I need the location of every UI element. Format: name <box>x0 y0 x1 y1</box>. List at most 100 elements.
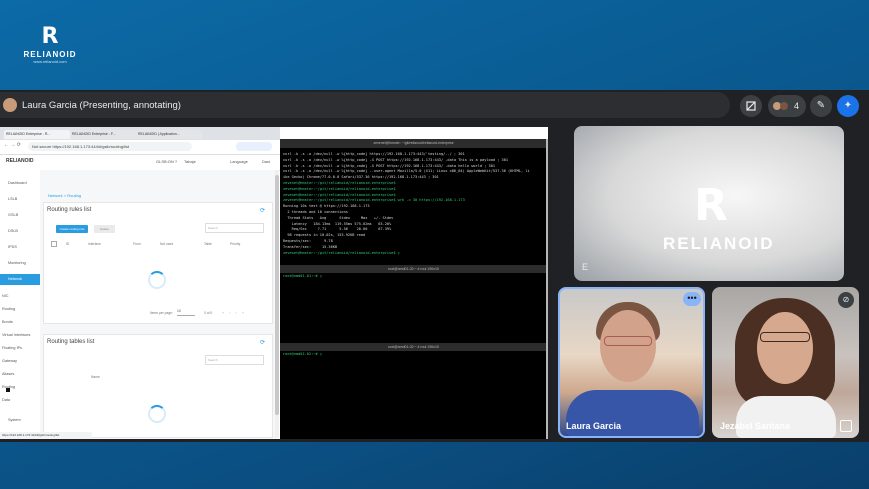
terminal-line: zevenet@hmster:~/git/relianoid/relianoid… <box>283 250 400 255</box>
sidebar-subitem-gateway[interactable]: Gateway <box>2 359 17 363</box>
breadcrumb[interactable]: Network > Routing <box>48 193 81 198</box>
sidebar-subitem-nic[interactable]: NIC <box>2 294 9 298</box>
sidebar-item-monitoring[interactable]: Monitoring <box>8 261 26 265</box>
terminal-2-title: root@nmd01-02:~ # rout 190x15 <box>280 265 547 273</box>
status-url: https://192.168.1.173:444/#/gslb/routing… <box>0 432 92 439</box>
participant-name: Laura Garcia <box>566 421 622 431</box>
sidebar-item-system[interactable]: System <box>8 418 21 422</box>
participant-name: E <box>582 262 589 272</box>
terminal-line: zevenet@hmster:~/git/relianoid/relianoid… <box>283 186 396 191</box>
browser-tab[interactable]: RELIANOID Enterprise - F... <box>70 130 136 139</box>
sidebar-item-dslb[interactable]: DSLB <box>8 229 18 233</box>
routing-tables-title: Routing tables list <box>47 339 95 345</box>
refresh-icon[interactable]: ⟳ <box>260 207 265 214</box>
pen-icon[interactable]: ✎ <box>810 95 832 117</box>
sparkle-icon[interactable]: ✦ <box>837 95 859 117</box>
page-scrollbar-thumb[interactable] <box>275 175 279 415</box>
terminal-line: Transfer/sec: 15.36KB <box>283 244 338 249</box>
layout-icon[interactable] <box>740 95 762 117</box>
sidebar-subitem-data[interactable]: Data <box>2 398 10 402</box>
relianoid-logo-mark: R <box>41 24 59 49</box>
terminal-line: curl -k -s -o /dev/null -w %{http_code} … <box>283 152 465 156</box>
browser-action-chip[interactable] <box>236 142 272 151</box>
terminal-line: zevenet@hmster:~/git/relianoid/relianoid… <box>283 181 396 185</box>
loading-spinner-icon <box>148 271 166 289</box>
more-icon[interactable]: ••• <box>683 292 701 306</box>
header-language[interactable]: Language <box>230 159 248 164</box>
sidebar-item-ipds[interactable]: IPDS <box>8 245 17 249</box>
items-per-page-label: Items per page: <box>150 311 173 315</box>
terminal-3-prompt: root@nmd01-02:~# ▯ <box>283 352 322 356</box>
pager-nav-icons[interactable]: «‹›» <box>222 310 249 315</box>
pin-icon[interactable] <box>840 420 852 432</box>
header-glsb[interactable]: GLSB:ON ? <box>156 159 177 164</box>
relianoid-logo: R RELIANOID www.relianoid.com <box>18 26 82 70</box>
sidebar-subitem-virtual-interfaces[interactable]: Virtual Interfaces <box>2 333 30 337</box>
sidebar-item-network-label: Network <box>8 277 22 281</box>
pager-range: 0 of 0 <box>204 311 213 315</box>
video-person-body <box>736 396 836 438</box>
people-button[interactable]: 4 <box>768 95 806 117</box>
video-person-glasses <box>760 332 810 342</box>
rules-search-input[interactable]: Search <box>205 223 264 233</box>
terminal-scrollbar[interactable] <box>546 139 548 439</box>
routing-rules-card <box>43 202 273 324</box>
presenter-avatar <box>3 98 17 112</box>
col-name[interactable]: Name <box>91 375 100 379</box>
browser-tab[interactable]: RELIANOID Enterprise - R... <box>4 130 70 139</box>
terminal-line: curl -k -s -o /dev/null -w %{http_code} … <box>283 169 530 174</box>
terminal-3[interactable] <box>280 343 547 439</box>
col-interface[interactable]: Interface <box>88 242 101 246</box>
terminal-line: ike Gecko) Chrome/77.0.0.0 Safari/537.36… <box>283 175 439 180</box>
tables-search-input[interactable]: Search <box>205 355 264 365</box>
browser-nav-icons[interactable]: ← → ⟳ <box>4 142 21 148</box>
terminal-line: 98 requests in 10.02s, 153.92KB read <box>283 233 366 238</box>
relianoid-logo-url: www.relianoid.com <box>33 59 67 64</box>
header-user[interactable]: Dani <box>262 159 270 164</box>
delete-button[interactable]: Delete <box>94 225 115 233</box>
refresh-icon[interactable]: ⟳ <box>260 339 265 346</box>
mic-off-icon: ⊘ <box>838 292 854 308</box>
col-id[interactable]: ID <box>66 242 69 246</box>
url-field[interactable]: Not secure https://192.168.1.173:444/#/g… <box>28 142 192 151</box>
sidebar-item-dashboard[interactable]: Dashboard <box>8 181 27 185</box>
sidebar-item-gslb[interactable]: GSLB <box>8 213 18 217</box>
terminal-line: Requests/sec: 9.78 <box>283 239 333 243</box>
app-logo: RELIANOID <box>6 158 34 164</box>
presenter-label: Laura Garcia (Presenting, annotating) <box>22 100 181 111</box>
video-person-face <box>600 310 656 382</box>
video-person-face <box>757 312 813 384</box>
sidebar-subitem-floating-ips[interactable]: Floating IPs <box>2 346 22 350</box>
browser-tab[interactable]: RELIANOID | Application... <box>136 130 202 139</box>
col-priority[interactable]: Priority <box>230 242 240 246</box>
sidebar-subitem-aliases[interactable]: Aliases <box>2 372 14 376</box>
terminal-line: Latency 184.13ms 119.55ms 575.02ms 63.20… <box>283 221 392 226</box>
select-all-checkbox[interactable] <box>51 241 57 247</box>
terminal-2-prompt: root@nmd01-01:~# ▯ <box>283 274 322 278</box>
participant-name: Jezabel Santana <box>720 421 791 431</box>
sidebar-subitem-bonds[interactable]: Bonds <box>2 320 13 324</box>
terminal-line: zevenet@hmster:~/git/relianoid/relianoid… <box>283 198 465 203</box>
col-from[interactable]: From <box>133 242 141 246</box>
terminal-3-title: root@nmd01-02:~ # rout 190x15 <box>280 343 547 351</box>
people-icon <box>773 102 788 110</box>
terminal-line: Req/Sec 7.71 5.56 20.00 67.39% <box>283 227 392 232</box>
col-table[interactable]: Table <box>204 242 212 246</box>
terminal-line: curl -k -s -o /dev/null -w %{http_code} … <box>283 157 509 162</box>
relianoid-logo-text: RELIANOID <box>663 234 775 253</box>
header-tabaje[interactable]: Tabaje <box>184 159 196 164</box>
sidebar-item-lslb[interactable]: LSLB <box>8 197 17 201</box>
terminal-line: Running 10s test @ https://192.168.1.173 <box>283 204 370 209</box>
sidebar-subitem-routing[interactable]: Routing <box>2 307 15 311</box>
col-not-used[interactable]: Not used <box>160 242 173 246</box>
loading-spinner-icon <box>148 405 166 423</box>
terminal-line: Thread Stats Avg Stdev Max +/- Stdev <box>283 215 394 220</box>
relianoid-logo-mark: R <box>694 180 728 231</box>
items-per-page-select[interactable]: 10 <box>177 309 195 316</box>
mouse-cursor <box>6 388 10 392</box>
relianoid-logo-name: RELIANOID <box>23 50 77 59</box>
terminal-line: curl -k -s -o /dev/null -w %{http_code} … <box>283 163 496 168</box>
create-routing-rule-button[interactable]: Create routing rule <box>56 225 88 233</box>
routing-rules-title: Routing rules list <box>47 207 92 213</box>
video-person-glasses <box>604 336 652 346</box>
